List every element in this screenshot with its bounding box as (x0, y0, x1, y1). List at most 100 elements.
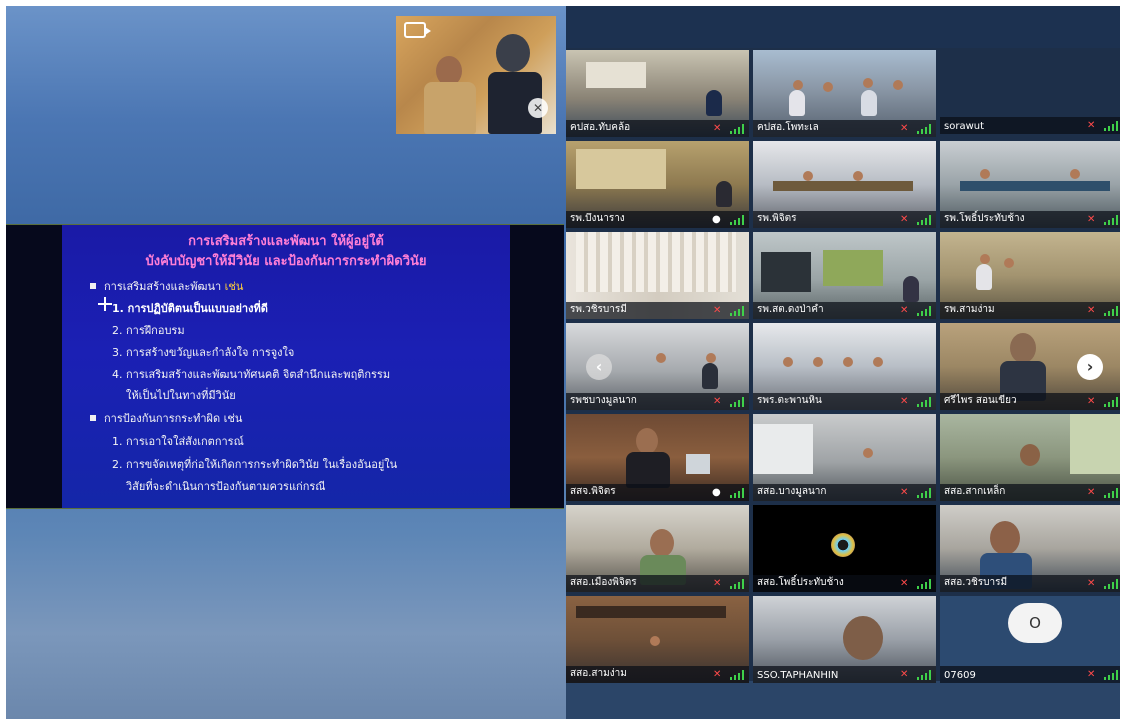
signal-strength-icon (1104, 306, 1118, 316)
mic-muted-icon: ✕ (900, 669, 909, 680)
participant-name: รพ.สามง่าม (944, 304, 995, 315)
participant-name: รพร.ตะพานหิน (757, 395, 822, 406)
mic-muted-icon: ✕ (900, 487, 909, 498)
signal-strength-icon (917, 397, 931, 407)
signal-strength-icon (1104, 397, 1118, 407)
participant-tile[interactable]: สสอ.สามง่าม ✕ (566, 596, 749, 683)
participant-tile[interactable]: รพ.สามง่าม ✕ (940, 232, 1120, 319)
signal-strength-icon (730, 397, 744, 407)
mic-muted-icon: ✕ (900, 396, 909, 407)
participant-name: รพชบางมูลนาก (570, 395, 637, 406)
signal-strength-icon (730, 670, 744, 680)
gallery-header (566, 6, 1120, 48)
slide-item: ให้เป็นไปในทางที่มีวินัย (126, 389, 236, 402)
participant-tile[interactable]: สสอ.บางมูลนาก ✕ (753, 414, 936, 501)
signal-strength-icon (917, 488, 931, 498)
signal-strength-icon (917, 124, 931, 134)
participant-name: ศรีไพร สอนเขียว (944, 395, 1017, 406)
slide-title-line2: บังคับบัญชาให้มีวินัย และป้องกันการกระทำ… (145, 254, 427, 269)
mic-on-icon: ● (712, 487, 721, 498)
mic-muted-icon: ✕ (900, 214, 909, 225)
mic-muted-icon: ✕ (900, 305, 909, 316)
participant-name: รพ.โพธิ์ประทับช้าง (944, 213, 1025, 224)
mic-muted-icon: ✕ (713, 305, 722, 316)
participant-tile[interactable]: สสอ.โพธิ์ประทับช้าง ✕ (753, 505, 936, 592)
participant-name: รพ.บึงนาราง (570, 213, 625, 224)
mic-muted-icon: ✕ (713, 396, 722, 407)
signal-strength-icon (730, 124, 744, 134)
participant-name: รพ.วชิรบารมี (570, 304, 627, 315)
mic-on-icon: ● (712, 214, 721, 225)
bullet-square-icon (90, 415, 96, 421)
participant-tile[interactable]: คปสอ.ทับคล้อ ✕ (566, 50, 749, 137)
mic-muted-icon: ✕ (900, 123, 909, 134)
participant-tile[interactable]: รพ.สต.ดงป่าคำ ✕ (753, 232, 936, 319)
bullet-square-icon (90, 283, 96, 289)
slide-item: 2. การขจัดเหตุที่ก่อให้เกิดการกระทำผิดวิ… (112, 458, 398, 471)
self-view-label: sorawut ✕ (940, 111, 1120, 134)
mic-muted-icon[interactable]: ✕ (528, 98, 548, 118)
mic-muted-icon: ✕ (1087, 120, 1096, 131)
participant-name: SSO.TAPHANHIN (757, 670, 839, 681)
slide-item: 1. การเอาใจใส่สังเกตการณ์ (112, 435, 244, 448)
slide-content: การเสริมสร้างและพัฒนา ให้ผู้อยู่ใต้ บังค… (62, 225, 510, 508)
presenter-cursor-icon (98, 297, 112, 311)
participant-tile[interactable]: รพ.วชิรบารมี ✕ (566, 232, 749, 319)
mic-muted-icon: ✕ (900, 578, 909, 589)
signal-strength-icon (917, 579, 931, 589)
participant-name: คปสอ.โพทะเล (757, 122, 819, 133)
participant-name: สสจ.พิจิตร (570, 486, 616, 497)
signal-strength-icon (730, 306, 744, 316)
participant-tile[interactable]: รพร.ตะพานหิน ✕ (753, 323, 936, 410)
slide-title-line1: การเสริมสร้างและพัฒนา ให้ผู้อยู่ใต้ (188, 234, 384, 249)
signal-strength-icon (1104, 121, 1118, 131)
participant-name: sorawut (944, 121, 985, 132)
slide-item: 3. การสร้างขวัญและกำลังใจ การจูงใจ (112, 346, 295, 359)
signal-strength-icon (1104, 670, 1118, 680)
signal-strength-icon (1104, 579, 1118, 589)
participant-tile[interactable]: รพ.พิจิตร ✕ (753, 141, 936, 228)
slide-item: 1. การปฏิบัติตนเป็นแบบอย่างที่ดี (112, 302, 268, 315)
shared-slide: การเสริมสร้างและพัฒนา ให้ผู้อยู่ใต้ บังค… (6, 224, 564, 509)
signal-strength-icon (730, 215, 744, 225)
slide-item: 4. การเสริมสร้างและพัฒนาทัศนคติ จิตสำนึก… (112, 368, 391, 381)
mic-muted-icon: ✕ (1087, 487, 1096, 498)
participant-tile[interactable]: สสอ.สากเหล็ก ✕ (940, 414, 1120, 501)
participant-tile[interactable]: สสอ.วชิรบารมี ✕ (940, 505, 1120, 592)
slide-item: 2. การฝึกอบรม (112, 324, 185, 337)
signal-strength-icon (1104, 215, 1118, 225)
signal-strength-icon (917, 670, 931, 680)
participant-tile[interactable]: SSO.TAPHANHIN ✕ (753, 596, 936, 683)
previous-page-button[interactable]: ‹ (586, 354, 612, 380)
participant-name: สสอ.โพธิ์ประทับช้าง (757, 577, 844, 588)
meeting-window: การเสริมสร้างและพัฒนา ให้ผู้อยู่ใต้ บังค… (6, 6, 1120, 719)
next-page-button[interactable]: › (1077, 354, 1103, 380)
mic-muted-icon: ✕ (713, 123, 722, 134)
mic-muted-icon: ✕ (713, 669, 722, 680)
camera-off-logo-icon (831, 533, 855, 557)
camera-switch-icon[interactable] (404, 22, 431, 38)
participant-tile[interactable]: รพ.โพธิ์ประทับช้าง ✕ (940, 141, 1120, 228)
mic-muted-icon: ✕ (1087, 669, 1096, 680)
participant-tile[interactable]: รพ.บึงนาราง ● (566, 141, 749, 228)
mic-muted-icon: ✕ (1087, 578, 1096, 589)
participant-name: สสอ.เมืองพิจิตร (570, 577, 637, 588)
participant-avatar: O (1008, 603, 1062, 643)
self-view-tile[interactable]: ✕ (396, 16, 556, 134)
mic-muted-icon: ✕ (713, 578, 722, 589)
slide-section2-heading: การป้องกันการกระทำผิด เช่น (104, 412, 243, 425)
participant-tile[interactable]: คปสอ.โพทะเล ✕ (753, 50, 936, 137)
participant-name: สสอ.สามง่าม (570, 668, 627, 679)
participant-name: สสอ.บางมูลนาก (757, 486, 827, 497)
slide-section1-heading: การเสริมสร้างและพัฒนา เช่น (104, 277, 243, 295)
signal-strength-icon (730, 579, 744, 589)
slide-section1-suffix: เช่น (224, 280, 244, 293)
participant-tile[interactable]: สสจ.พิจิตร ● (566, 414, 749, 501)
slide-item: วิสัยที่จะดำเนินการป้องกันตามควรแก่กรณี (126, 480, 326, 493)
participant-name: รพ.พิจิตร (757, 213, 797, 224)
participant-name: สสอ.วชิรบารมี (944, 577, 1008, 588)
signal-strength-icon (917, 215, 931, 225)
participant-tile[interactable]: สสอ.เมืองพิจิตร ✕ (566, 505, 749, 592)
participant-name: คปสอ.ทับคล้อ (570, 122, 631, 133)
participant-name: รพ.สต.ดงป่าคำ (757, 304, 824, 315)
